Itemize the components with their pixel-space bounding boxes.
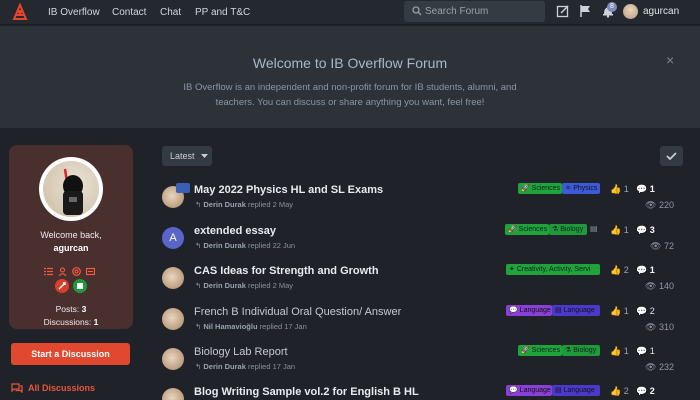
tag-language[interactable]: ▤ Language: [552, 305, 600, 316]
discussion-meta: ↰ Derin Durak replied 22 Jun: [195, 241, 296, 250]
likes-count: 👍 1: [610, 184, 629, 194]
document-icon: ▤: [590, 224, 598, 233]
author-avatar[interactable]: [162, 388, 184, 400]
replies-count: 💬 1: [636, 265, 655, 275]
close-icon[interactable]: ×: [666, 52, 674, 68]
discussion-meta: ↰ Nil Hamavioğlu replied 17 Jan: [195, 322, 307, 331]
user-icon[interactable]: [58, 263, 67, 277]
stats-badge-icon: [176, 183, 190, 193]
all-discussions-link[interactable]: All Discussions: [11, 383, 95, 394]
replies-count: 💬 3: [636, 225, 655, 235]
check-icon: [666, 152, 677, 161]
compose-icon[interactable]: [556, 4, 570, 18]
tag-language[interactable]: ▤ Language: [552, 385, 600, 396]
card-icon[interactable]: [85, 263, 96, 276]
nav-ib-overflow[interactable]: IB Overflow: [48, 7, 100, 18]
discussions-count: Discussions: 1: [43, 317, 99, 327]
tag-sciences[interactable]: 🚀 Sciences: [518, 345, 562, 356]
mark-all-read-button[interactable]: [660, 146, 683, 166]
tag-language[interactable]: 💬 Language: [506, 385, 552, 396]
welcome-username: agurcan: [53, 243, 89, 253]
views-count: 👁 232: [645, 362, 674, 372]
discussion-title[interactable]: Biology Lab Report: [194, 346, 288, 358]
profile-quick-links: [44, 263, 96, 277]
welcome-hero: Welcome to IB Overflow Forum IB Overflow…: [0, 26, 700, 128]
discussion-row[interactable]: CAS Ideas for Strength and Growth ↰ Deri…: [162, 261, 688, 297]
author-avatar[interactable]: [162, 308, 184, 330]
rocket-badge-icon[interactable]: [55, 279, 69, 293]
discussion-row[interactable]: French B Individual Oral Question/ Answe…: [162, 302, 688, 338]
start-discussion-button[interactable]: Start a Discussion: [11, 343, 130, 365]
discussion-row[interactable]: May 2022 Physics HL and SL Exams ↰ Derin…: [162, 180, 688, 216]
nav-pp-tc[interactable]: PP and T&C: [195, 7, 250, 18]
views-count: 👁 140: [645, 281, 674, 291]
discussion-title[interactable]: CAS Ideas for Strength and Growth: [194, 265, 379, 277]
at-sign-icon[interactable]: [72, 263, 81, 276]
tag-sciences[interactable]: 🚀 Sciences: [505, 224, 549, 235]
tag-language[interactable]: 💬 Language: [506, 305, 552, 316]
profile-card: Welcome back, agurcan Posts: 3 Discussio…: [9, 145, 133, 329]
replies-count: 💬 1: [636, 184, 655, 194]
notification-badge: 8: [607, 2, 617, 12]
discussion-row[interactable]: Biology Lab Report ↰ Derin Durak replied…: [162, 342, 688, 378]
user-avatar[interactable]: [623, 4, 638, 19]
comments-icon: [11, 383, 23, 394]
search-placeholder: Search Forum: [425, 6, 489, 17]
tag-sciences[interactable]: 🚀 Sciences: [518, 183, 562, 194]
tag-physics[interactable]: ⚛ Physics: [562, 183, 600, 194]
discussion-row[interactable]: Blog Writing Sample vol.2 for English B …: [162, 382, 688, 400]
username[interactable]: agurcan: [643, 6, 679, 17]
views-count: 👁 220: [645, 200, 674, 210]
discussion-title[interactable]: extended essay: [194, 225, 276, 237]
replies-count: 💬 1: [636, 346, 655, 356]
discussion-meta: ↰ Derin Durak replied 2 May: [195, 200, 294, 209]
ib-overflow-logo[interactable]: [12, 3, 28, 21]
author-avatar[interactable]: [162, 267, 184, 289]
tag-biology[interactable]: ⚗ Biology: [549, 224, 587, 235]
author-avatar[interactable]: [162, 348, 184, 370]
likes-count: 👍 2: [610, 386, 629, 396]
search-input[interactable]: Search Forum: [404, 1, 545, 22]
list-icon[interactable]: [44, 263, 53, 276]
discussion-row[interactable]: A extended essay ↰ Derin Durak replied 2…: [162, 221, 688, 257]
views-count: 👁 310: [645, 322, 674, 332]
chevron-down-icon: [201, 154, 209, 158]
sort-dropdown[interactable]: Latest: [162, 146, 212, 166]
nav-contact[interactable]: Contact: [112, 7, 146, 18]
replies-count: 💬 2: [636, 306, 655, 316]
discussion-meta: ↰ Derin Durak replied 2 May: [195, 281, 294, 290]
search-icon: [412, 6, 422, 16]
discussion-title[interactable]: May 2022 Physics HL and SL Exams: [194, 184, 383, 196]
posts-count: Posts: 3: [55, 304, 87, 314]
darth-vader-avatar-icon: [63, 168, 83, 215]
top-header: IB Overflow Contact Chat PP and T&C Sear…: [0, 0, 700, 25]
hero-title: Welcome to IB Overflow Forum: [252, 55, 448, 71]
nav-chat[interactable]: Chat: [160, 7, 181, 18]
author-avatar[interactable]: A: [162, 227, 184, 249]
profile-avatar[interactable]: [39, 157, 103, 221]
views-count: 👁 72: [650, 241, 674, 251]
flag-icon[interactable]: [579, 4, 593, 18]
discussion-meta: ↰ Derin Durak replied 17 Jan: [195, 362, 296, 371]
tag-biology[interactable]: ⚗ Biology: [562, 345, 600, 356]
welcome-text: Welcome back,: [40, 230, 102, 240]
discussion-title[interactable]: French B Individual Oral Question/ Answe…: [194, 306, 401, 318]
group-badge-icon[interactable]: [73, 279, 87, 293]
likes-count: 👍 1: [610, 306, 629, 316]
likes-count: 👍 1: [610, 225, 629, 235]
tag-cas[interactable]: ✦ Creativity, Activity, Servi: [506, 264, 600, 275]
discussion-title[interactable]: Blog Writing Sample vol.2 for English B …: [194, 386, 419, 398]
replies-count: 💬 2: [636, 386, 655, 396]
hero-description: IB Overflow is an independent and non-pr…: [183, 82, 517, 108]
likes-count: 👍 2: [610, 265, 629, 275]
likes-count: 👍 1: [610, 346, 629, 356]
